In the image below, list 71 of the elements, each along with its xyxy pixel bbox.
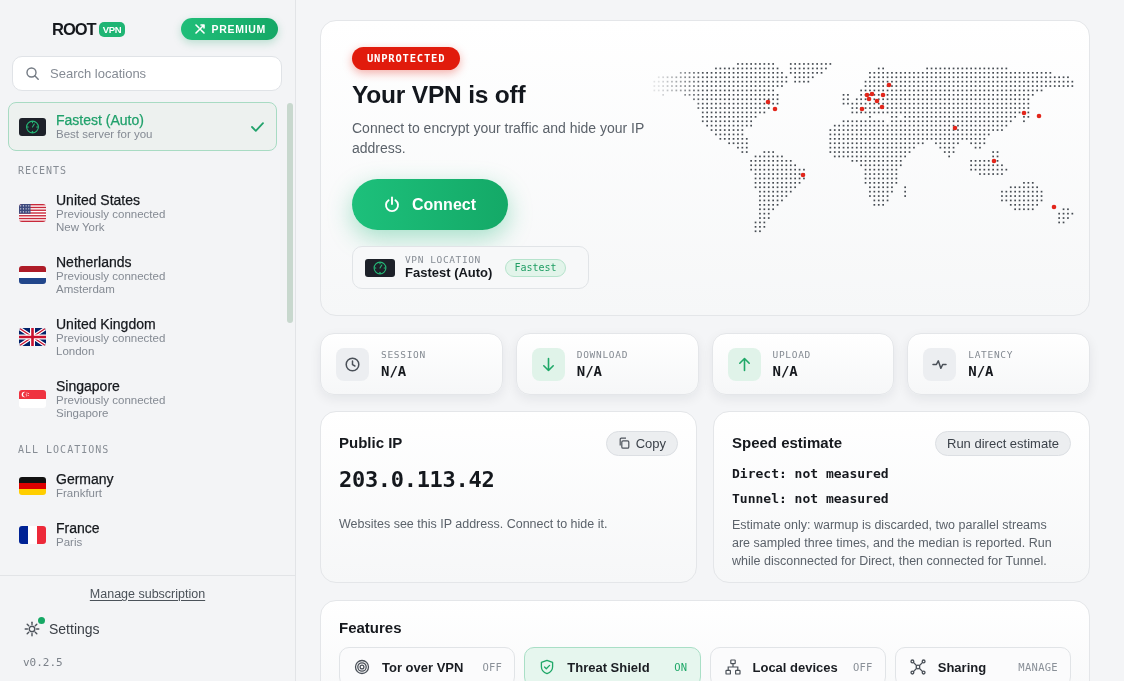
ip-note: Websites see this IP address. Connect to hide it. xyxy=(339,516,609,533)
section-label: RECENTS xyxy=(17,164,69,178)
card-title: Features xyxy=(339,618,403,638)
flag-icon xyxy=(19,476,46,495)
location-dot-icon xyxy=(1021,110,1027,116)
flag-icon xyxy=(19,525,46,544)
copy-button[interactable]: Copy xyxy=(605,430,678,456)
location-dot-icon xyxy=(991,158,997,164)
logo-wordmark: ROOT xyxy=(52,19,96,39)
stat-label: DOWNLOAD xyxy=(576,349,629,360)
pulse-icon xyxy=(923,347,957,381)
version-label: v0.2.5 xyxy=(23,656,63,670)
network-icon xyxy=(724,659,741,675)
location-item[interactable]: Singapore Previously connected Singapore xyxy=(8,368,277,430)
status-description: Connect to encrypt your traffic and hide your IP address. xyxy=(352,119,646,158)
check-icon xyxy=(251,121,264,132)
manage-subscription-link[interactable]: Manage subscription xyxy=(89,586,206,602)
location-item[interactable]: Netherlands Previously connected Amsterdam xyxy=(8,244,277,306)
location-item[interactable]: France Paris xyxy=(8,510,277,559)
stat-label: SESSION xyxy=(381,349,426,360)
crossed-arrows-icon xyxy=(194,24,205,34)
card-title: Speed estimate xyxy=(732,433,843,453)
location-dot-icon xyxy=(886,82,892,88)
search-icon xyxy=(26,67,39,80)
clock-icon xyxy=(336,347,369,381)
location-item[interactable]: Germany Frankfurt xyxy=(8,461,277,510)
stat-value: N/A xyxy=(968,363,995,379)
location-name: Fastest (Auto) xyxy=(405,265,493,281)
feature-toggle[interactable]: Tor over VPN OFF xyxy=(339,647,516,681)
stat-value: N/A xyxy=(381,363,408,379)
feature-toggle[interactable]: Threat Shield ON xyxy=(524,647,701,681)
shield-check-icon xyxy=(539,659,556,675)
location-dot-icon xyxy=(952,125,958,131)
settings-icon xyxy=(24,621,40,637)
status-title: Your VPN is off xyxy=(352,80,526,110)
card-title: Public IP xyxy=(339,433,403,453)
flag-icon xyxy=(19,204,46,222)
feature-toggle[interactable]: Sharing MANAGE xyxy=(894,647,1071,681)
location-dot-icon xyxy=(1051,204,1057,210)
settings-button[interactable]: Settings xyxy=(24,618,100,640)
server-tag: Fastest xyxy=(505,258,566,277)
flag-icon xyxy=(19,266,46,284)
location-label: VPN LOCATION xyxy=(405,254,482,265)
location-dot-icon xyxy=(859,106,865,112)
location-item[interactable]: United States Previously connected New York xyxy=(8,182,277,244)
logo-tag: VPN xyxy=(98,21,126,37)
stat-value: N/A xyxy=(772,363,799,379)
speed-result: Tunnel: not measured xyxy=(732,490,890,508)
location-dot-icon xyxy=(1036,113,1042,119)
location-item[interactable]: United Kingdom Previously connected London xyxy=(8,306,277,368)
section-label: ALL LOCATIONS xyxy=(17,443,111,457)
flag-icon xyxy=(19,328,46,346)
nodes-icon xyxy=(909,659,926,675)
power-icon xyxy=(384,196,400,213)
stat-label: UPLOAD xyxy=(772,349,812,360)
flag-icon xyxy=(19,390,46,408)
speedometer-icon xyxy=(19,117,46,136)
target-icon xyxy=(354,659,370,675)
ip-address: 203.0.113.42 xyxy=(339,466,496,494)
search-field[interactable]: Search locations xyxy=(12,56,282,91)
speed-note: Estimate only: warmup is discarded, two parallel streams are sampled three times, and the median is reported. Run while disconnected for Direct, then connected for Tunnel. xyxy=(732,517,1053,570)
speed-result: Direct: not measured xyxy=(732,465,890,483)
feature-toggle[interactable]: Local devices OFF xyxy=(709,647,886,681)
copy-icon xyxy=(617,437,630,449)
scrollbar-thumb[interactable] xyxy=(287,103,293,323)
status-badge: UNPROTECTED xyxy=(352,47,461,70)
run-estimate-button[interactable]: Run direct estimate xyxy=(935,430,1071,456)
stat-value: N/A xyxy=(576,363,604,379)
location-dot-icon xyxy=(800,172,806,178)
speedometer-icon xyxy=(365,258,395,277)
stat-label: LATENCY xyxy=(968,349,1014,360)
